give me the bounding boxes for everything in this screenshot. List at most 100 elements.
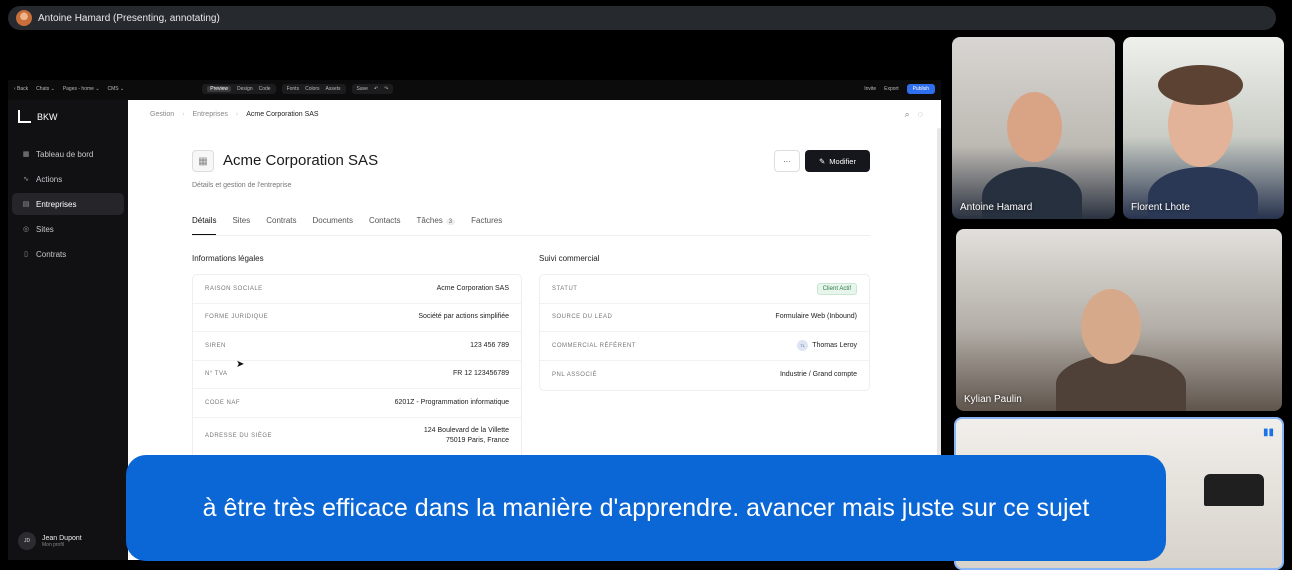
edit-button[interactable]: ✎ Modifier — [805, 150, 870, 172]
sidebar-item-tableau-de-bord[interactable]: ▦ Tableau de bord — [12, 143, 124, 165]
row-value: Société par actions simplifiée — [418, 313, 509, 321]
breadcrumb-gestion[interactable]: Gestion — [150, 111, 174, 118]
tab-label: Tâches — [416, 216, 443, 225]
cms-dropdown[interactable]: CMS ⌄ — [108, 86, 125, 92]
info-row: PNL associé Industrie / Grand compte — [540, 361, 869, 390]
pin-icon: ◎ — [22, 226, 30, 233]
export-button[interactable]: Export — [884, 86, 898, 92]
brand[interactable]: BKW — [8, 100, 128, 143]
row-label: Code NAF — [205, 399, 241, 406]
profile-menu[interactable]: JD Jean Dupont Mon profil — [18, 532, 82, 550]
sidebar-item-sites[interactable]: ◎ Sites — [12, 218, 124, 240]
info-row: SIREN 123 456 789 — [193, 332, 521, 361]
colors-button[interactable]: Colors — [305, 86, 319, 92]
address-line: 75019 Paris, France — [445, 436, 509, 444]
grid-icon: ▦ — [22, 151, 30, 158]
tab-taches[interactable]: Tâches 3 — [417, 216, 456, 235]
sidebar-item-label: Actions — [36, 174, 63, 184]
editor-toolbar: ‹ Back Chats ⌄ Pages - home ⌄ CMS ⌄ Prev… — [8, 80, 941, 98]
tab-details[interactable]: Détails — [192, 216, 217, 235]
participant-video — [1081, 289, 1141, 364]
more-options-button[interactable]: ··· — [774, 150, 800, 172]
section-title-commercial: Suivi commercial — [539, 254, 600, 263]
sidebar-item-actions[interactable]: ∿ Actions — [12, 168, 124, 190]
tab-contacts[interactable]: Contacts — [369, 216, 401, 235]
participant-tile[interactable]: Antoine Hamard — [952, 37, 1115, 219]
sidebar-item-label: Tableau de bord — [36, 149, 94, 159]
search-icon[interactable]: ⌕ — [905, 109, 910, 120]
back-button[interactable]: ‹ Back — [14, 86, 28, 92]
participant-video — [1158, 65, 1243, 105]
speaking-indicator-icon: ▮▮ — [1262, 427, 1274, 438]
row-value: Acme Corporation SAS — [436, 284, 509, 292]
chats-dropdown[interactable]: Chats ⌄ — [36, 86, 55, 92]
invite-button[interactable]: Invite — [864, 86, 876, 92]
save-button[interactable]: Save — [357, 86, 368, 92]
row-label: Source du lead — [552, 314, 613, 321]
participant-video — [1056, 354, 1186, 411]
tab-sites[interactable]: Sites — [232, 216, 250, 235]
lamp-shade — [1204, 474, 1264, 506]
undo-icon[interactable]: ↶ — [374, 86, 378, 92]
row-value: Industrie / Grand compte — [779, 370, 857, 378]
address-value: 124 Boulevard de la Villette 75019 Paris,… — [424, 426, 509, 446]
sidebar-item-contrats[interactable]: ▯ Contrats — [12, 243, 124, 265]
commercial-card: Statut Client Actif Source du lead Formula… — [539, 274, 870, 391]
row-label: Forme juridique — [205, 314, 269, 321]
pulse-icon: ∿ — [23, 176, 29, 183]
row-label: Adresse du siège — [205, 432, 273, 439]
row-label: Commercial référent — [552, 342, 636, 349]
info-row: Raison sociale Acme Corporation SAS — [193, 275, 521, 304]
row-label: PNL associé — [552, 371, 597, 378]
breadcrumb-current: Acme Corporation SAS — [246, 111, 319, 118]
building-icon: ▤ — [22, 201, 30, 208]
tab-documents[interactable]: Documents — [312, 216, 352, 235]
live-caption: à être très efficace dans la manière d'a… — [126, 455, 1166, 561]
sidebar-item-label: Contrats — [36, 249, 67, 259]
history-group: Save ↶ ↷ — [351, 84, 394, 94]
info-row: Commercial référent TL Thomas Leroy — [540, 332, 869, 361]
avatar: JD — [18, 532, 36, 550]
participant-video — [1007, 92, 1062, 162]
pages-dropdown[interactable]: Pages - home ⌄ — [63, 86, 100, 92]
tab-count-badge: 3 — [445, 219, 456, 225]
design-tab[interactable]: Design — [237, 86, 253, 92]
assets-button[interactable]: Assets — [326, 86, 341, 92]
asset-switch: Fonts Colors Assets — [281, 84, 346, 94]
assignee: TL Thomas Leroy — [797, 340, 857, 352]
sidebar: BKW ▦ Tableau de bord ∿ Actions ▤ Entrep… — [8, 100, 128, 560]
participant-tile[interactable]: Florent Lhote — [1123, 37, 1284, 219]
breadcrumb-entreprises[interactable]: Entreprises — [192, 111, 227, 118]
mouse-cursor-icon: ➤ — [236, 359, 245, 370]
fonts-button[interactable]: Fonts — [287, 86, 300, 92]
breadcrumb: Gestion › Entreprises › Acme Corporation… — [150, 111, 319, 118]
row-value: Formulaire Web (Inbound) — [775, 313, 857, 321]
status-badge: Client Actif — [816, 282, 857, 295]
info-row: Statut Client Actif — [540, 275, 869, 304]
participant-tile[interactable]: Kylian Paulin — [956, 229, 1282, 411]
row-label: Statut — [552, 285, 578, 292]
tab-contrats[interactable]: Contrats — [266, 216, 296, 235]
participant-name: Kylian Paulin — [964, 394, 1022, 405]
row-value: 123 456 789 — [470, 341, 509, 349]
sidebar-item-entreprises[interactable]: ▤ Entreprises — [12, 193, 124, 215]
presenter-label: Antoine Hamard (Presenting, annotating) — [38, 12, 220, 24]
tab-factures[interactable]: Factures — [471, 216, 502, 235]
publish-button[interactable]: Publish — [906, 84, 935, 94]
info-row: Code NAF 6201Z - Programmation informatiq… — [193, 389, 521, 418]
redo-icon[interactable]: ↷ — [384, 86, 388, 92]
presenter-avatar — [16, 10, 32, 26]
code-tab[interactable]: Code — [259, 86, 271, 92]
row-value: FR 12 123456789 — [452, 370, 509, 378]
address-line: 124 Boulevard de la Villette — [423, 426, 509, 434]
sidebar-item-label: Sites — [36, 224, 54, 234]
brand-name: BKW — [37, 111, 58, 122]
file-icon: ▯ — [24, 251, 28, 258]
participant-name: Antoine Hamard — [960, 202, 1033, 213]
notification-icon[interactable]: ◌ — [918, 109, 923, 120]
info-row: Adresse du siège 124 Boulevard de la Vill… — [193, 418, 521, 454]
profile-name: Jean Dupont — [42, 534, 82, 542]
preview-tab[interactable]: Preview — [207, 86, 232, 92]
presenter-banner: Antoine Hamard (Presenting, annotating) — [8, 6, 1276, 30]
row-label: SIREN — [205, 342, 226, 349]
